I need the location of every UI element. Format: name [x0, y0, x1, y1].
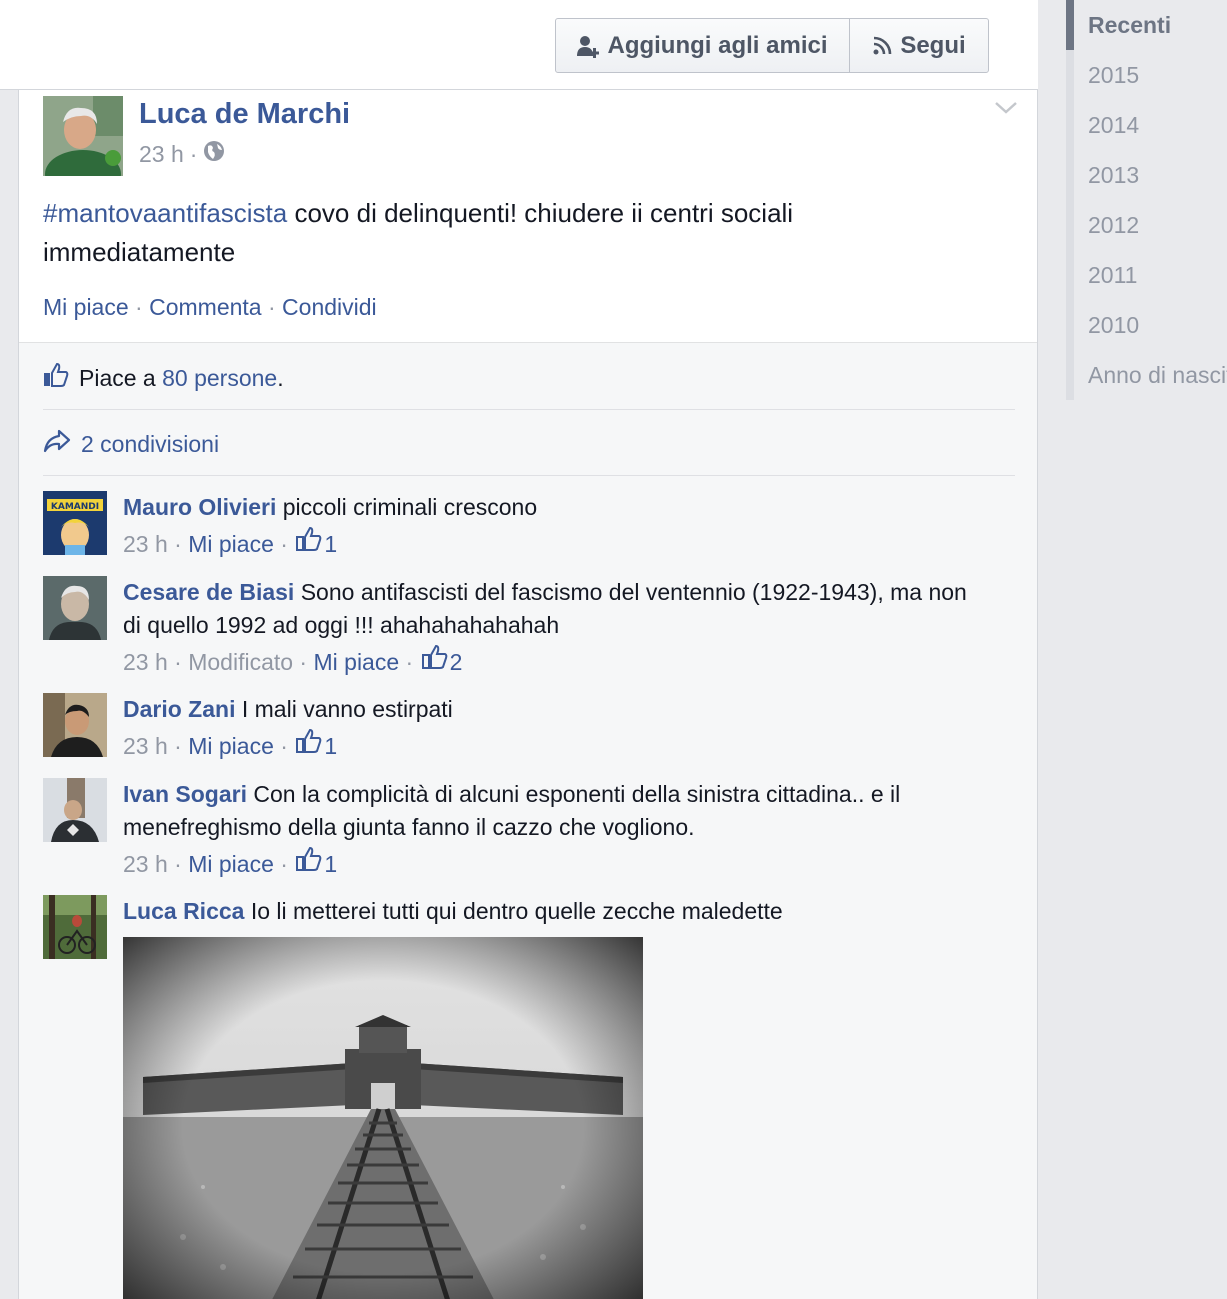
post-card: Luca de Marchi 23 h · #mantovaantifascis… — [18, 90, 1038, 1299]
add-friend-icon — [577, 34, 600, 58]
commenter-avatar[interactable] — [43, 778, 107, 842]
shares-count: 2 condivisioni — [81, 430, 220, 457]
shares-summary[interactable]: 2 condivisioni — [43, 427, 219, 461]
comment-like-count[interactable]: 1 — [324, 729, 337, 763]
comment-time[interactable]: 23 h — [123, 729, 168, 763]
thumbs-up-icon[interactable] — [296, 526, 322, 561]
globe-icon[interactable] — [203, 140, 225, 168]
comment-like-count[interactable]: 1 — [324, 847, 337, 881]
timeline-item-2014[interactable]: 2014 — [1066, 100, 1227, 150]
likes-suffix: . — [277, 364, 284, 391]
commenter-avatar[interactable]: KAMANDI — [43, 491, 107, 555]
thumbs-up-icon[interactable] — [296, 846, 322, 881]
post-author-name[interactable]: Luca de Marchi — [139, 98, 350, 131]
profile-header-bar: Aggiungi agli amici Segui — [0, 0, 1038, 90]
profile-action-buttons: Aggiungi agli amici Segui — [555, 18, 989, 73]
comment-body: Dario Zani I mali vanno estirpati 23 h ·… — [123, 693, 983, 763]
timeline-item-2010[interactable]: 2010 — [1066, 300, 1227, 350]
action-separator: · — [261, 294, 283, 320]
comment-text: piccoli criminali crescono — [276, 494, 538, 520]
likes-count-link[interactable]: 80 persone — [162, 365, 277, 391]
timeline-item-birth-year[interactable]: Anno di nascita — [1066, 350, 1227, 400]
likes-summary: Piace a 80 persone. — [43, 361, 284, 395]
comment-like-link[interactable]: Mi piace — [188, 527, 274, 561]
comment: Luca Ricca Io li metterei tutti qui dent… — [43, 895, 1003, 1299]
add-friend-button[interactable]: Aggiungi agli amici — [556, 19, 850, 72]
thumbs-up-icon[interactable] — [421, 644, 448, 679]
comment-time[interactable]: 23 h — [123, 527, 168, 561]
post-meta: 23 h · — [139, 140, 225, 168]
post-actions: Mi piace · Commenta · Condividi — [43, 294, 377, 321]
comment-link[interactable]: Commenta — [149, 294, 261, 320]
comment-body: Luca Ricca Io li metterei tutti qui dent… — [123, 895, 983, 928]
commenter-avatar[interactable] — [43, 895, 107, 959]
comment-body: Ivan Sogari Con la complicità di alcuni … — [123, 778, 983, 881]
commenter-name[interactable]: Cesare de Biasi — [123, 579, 294, 605]
timeline-item-recent[interactable]: Recenti — [1066, 0, 1227, 50]
comment-like-count[interactable]: 2 — [450, 645, 463, 679]
rss-icon — [872, 36, 892, 56]
thumbs-up-icon[interactable] — [296, 728, 322, 763]
comment-like-link[interactable]: Mi piace — [314, 645, 400, 679]
add-friend-label: Aggiungi agli amici — [607, 31, 828, 59]
avatar-text: KAMANDI — [51, 502, 99, 512]
timeline-item-2012[interactable]: 2012 — [1066, 200, 1227, 250]
feedback-section: Piace a 80 persone. 2 condivisioni KAMAN… — [19, 342, 1037, 1299]
comment-like-link[interactable]: Mi piace — [188, 847, 274, 881]
share-link[interactable]: Condividi — [282, 294, 377, 320]
divider — [43, 409, 1015, 410]
author-avatar[interactable] — [43, 96, 123, 176]
chevron-down-icon[interactable] — [994, 100, 1018, 116]
commenter-name[interactable]: Dario Zani — [123, 696, 235, 722]
comment-text: Io li metterei tutti qui dentro quelle z… — [244, 898, 783, 924]
divider — [43, 475, 1015, 476]
comment-like-count[interactable]: 1 — [324, 527, 337, 561]
meta-separator: · — [189, 140, 198, 167]
likes-text: Piace a 80 persone. — [79, 365, 284, 392]
follow-button[interactable]: Segui — [850, 19, 988, 72]
timeline-item-2015[interactable]: 2015 — [1066, 50, 1227, 100]
like-link[interactable]: Mi piace — [43, 294, 129, 320]
comment-edited-label[interactable]: Modificato — [188, 645, 293, 679]
post-hashtag[interactable]: #mantovaantifascista — [43, 198, 287, 228]
comment-time[interactable]: 23 h — [123, 847, 168, 881]
comment-time[interactable]: 23 h — [123, 645, 168, 679]
comment-meta: 23 h · Mi piace · 1 — [123, 728, 983, 763]
comment-text: I mali vanno estirpati — [235, 696, 453, 722]
comment-meta: 23 h · Modificato · Mi piace · 2 — [123, 644, 983, 679]
commenter-name[interactable]: Luca Ricca — [123, 898, 244, 924]
comment-meta: 23 h · Mi piace · 1 — [123, 526, 983, 561]
post-text: #mantovaantifascista covo di delinquenti… — [43, 194, 943, 272]
commenter-avatar[interactable] — [43, 693, 107, 757]
commenter-name[interactable]: Mauro Olivieri — [123, 494, 276, 520]
likes-prefix: Piace a — [79, 364, 163, 391]
timeline-item-2013[interactable]: 2013 — [1066, 150, 1227, 200]
comment-photo[interactable] — [123, 937, 643, 1299]
comment-body: Cesare de Biasi Sono antifascisti del fa… — [123, 576, 983, 679]
action-separator: · — [128, 294, 150, 320]
commenter-avatar[interactable] — [43, 576, 107, 640]
comment-body: Mauro Olivieri piccoli criminali crescon… — [123, 491, 983, 561]
post-timestamp[interactable]: 23 h — [139, 141, 184, 168]
commenter-name[interactable]: Ivan Sogari — [123, 781, 247, 807]
timeline-year-nav: Recenti 2015 2014 2013 2012 2011 2010 An… — [1066, 0, 1227, 400]
thumbs-up-icon — [43, 362, 69, 394]
timeline-item-2011[interactable]: 2011 — [1066, 250, 1227, 300]
comment-like-link[interactable]: Mi piace — [188, 729, 274, 763]
share-arrow-icon — [43, 428, 71, 460]
comment-meta: 23 h · Mi piace · 1 — [123, 846, 983, 881]
follow-label: Segui — [900, 31, 966, 59]
